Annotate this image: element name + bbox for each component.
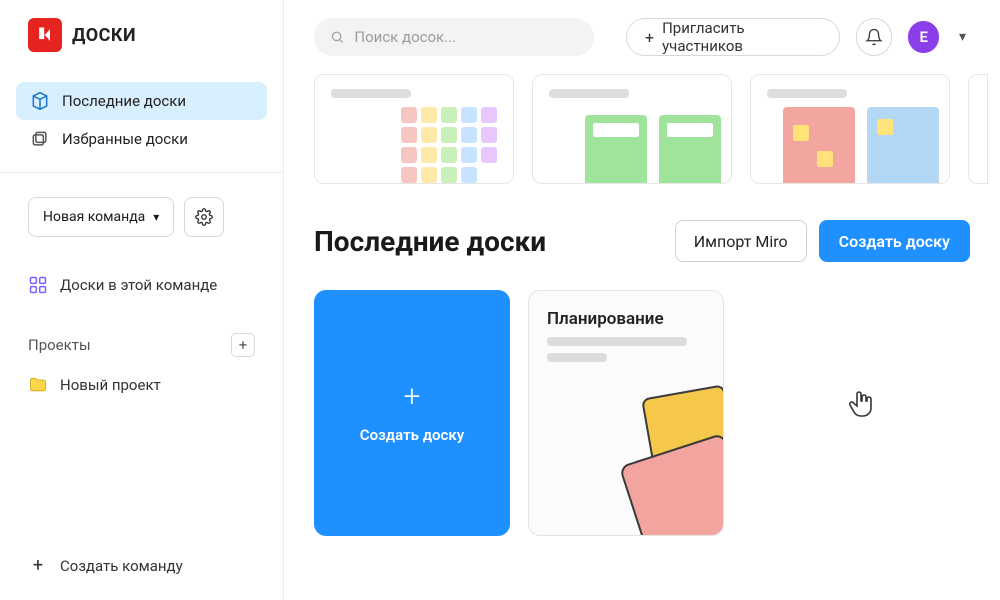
avatar[interactable]: E — [908, 21, 939, 53]
account-menu-chevron[interactable]: ▾ — [955, 29, 970, 45]
cube-icon — [30, 91, 50, 111]
topbar: + Пригласить участников E ▾ — [284, 18, 1000, 68]
add-project-button[interactable]: + — [231, 333, 255, 357]
chevron-down-icon: ▾ — [153, 210, 159, 224]
sidebar-item-favorite-boards[interactable]: Избранные доски — [16, 120, 267, 158]
boards-grid: + Создать доску Планирование — [284, 262, 1000, 536]
create-team-button[interactable]: + Создать команду — [0, 555, 283, 600]
invite-label: Пригласить участников — [662, 19, 821, 55]
sidebar-item-recent-boards[interactable]: Последние доски — [16, 82, 267, 120]
section-title: Последние доски — [314, 225, 663, 258]
template-card[interactable] — [532, 74, 732, 184]
notifications-button[interactable] — [856, 18, 892, 56]
sidebar-item-team-boards[interactable]: Доски в этой команде — [0, 265, 283, 305]
project-label: Новый проект — [60, 376, 161, 394]
template-card[interactable] — [314, 74, 514, 184]
team-settings-button[interactable] — [184, 197, 224, 237]
plus-icon: + — [645, 28, 654, 47]
team-select[interactable]: Новая команда ▾ — [28, 197, 174, 237]
team-select-label: Новая команда — [43, 209, 145, 225]
sidebar-item-project[interactable]: Новый проект — [0, 365, 283, 405]
folder-icon — [28, 375, 48, 395]
search-input[interactable] — [354, 28, 578, 46]
create-board-button[interactable]: Создать доску — [819, 220, 970, 262]
team-selector-row: Новая команда ▾ — [0, 173, 283, 237]
brand-logo-icon — [28, 18, 62, 52]
invite-button[interactable]: + Пригласить участников — [626, 18, 840, 56]
import-miro-button[interactable]: Импорт Miro — [675, 220, 807, 262]
sidebar: ДОСКИ Последние доски Избранные доски Но… — [0, 0, 284, 600]
create-team-label: Создать команду — [60, 557, 183, 575]
main: + Пригласить участников E ▾ — [284, 0, 1000, 600]
brand-title: ДОСКИ — [72, 25, 136, 46]
plus-icon: + — [28, 555, 48, 576]
projects-heading: Проекты — [28, 336, 91, 354]
search-field[interactable] — [314, 18, 594, 56]
grid-icon — [28, 275, 48, 295]
brand: ДОСКИ — [0, 18, 283, 76]
template-card[interactable] — [750, 74, 950, 184]
template-card[interactable] — [968, 74, 988, 184]
primary-nav: Последние доски Избранные доски — [0, 76, 283, 173]
gear-icon — [195, 208, 213, 226]
sidebar-item-label: Последние доски — [62, 92, 186, 110]
board-title: Планирование — [547, 309, 664, 329]
template-strip — [284, 74, 1000, 184]
search-icon — [330, 29, 344, 45]
projects-heading-row: Проекты + — [0, 333, 283, 357]
board-card[interactable]: Планирование — [528, 290, 724, 536]
bell-icon — [865, 28, 883, 46]
section-header: Последние доски Импорт Miro Создать доск… — [284, 184, 1000, 262]
stack-icon — [30, 129, 50, 149]
sidebar-item-label: Доски в этой команде — [60, 276, 217, 294]
create-board-tile-label: Создать доску — [360, 426, 464, 444]
plus-icon: + — [404, 382, 421, 412]
sidebar-item-label: Избранные доски — [62, 130, 188, 148]
create-board-tile[interactable]: + Создать доску — [314, 290, 510, 536]
